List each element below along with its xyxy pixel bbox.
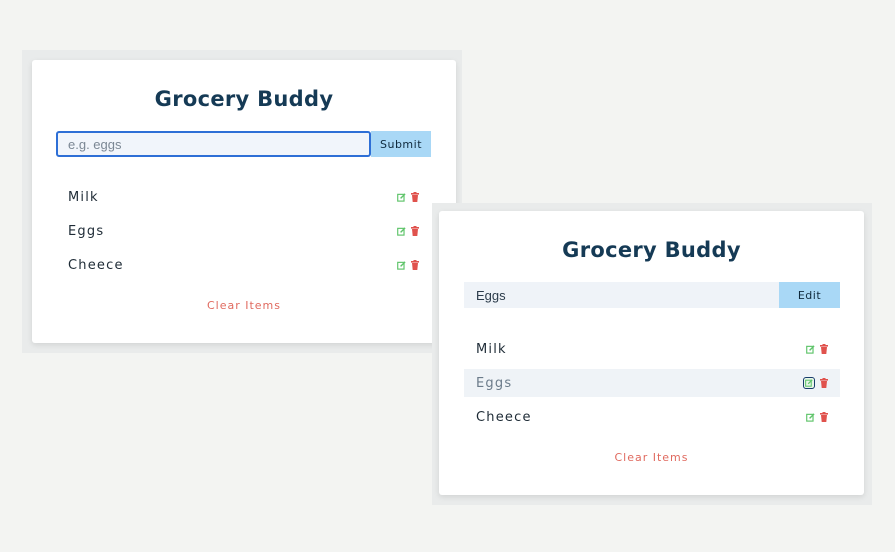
trash-icon[interactable]	[411, 192, 419, 202]
item-name: Eggs	[68, 223, 105, 239]
list-item: Cheece	[464, 403, 840, 431]
grocery-panel-add: Grocery Buddy Submit Milk Eggs	[32, 60, 456, 343]
item-input[interactable]	[56, 131, 371, 157]
item-name: Milk	[476, 341, 507, 357]
list-item: Milk	[464, 335, 840, 363]
add-item-form: Submit	[56, 131, 431, 157]
edit-icon[interactable]	[397, 260, 406, 270]
clear-items-button[interactable]: Clear Items	[32, 299, 456, 312]
clear-items-button[interactable]: Clear Items	[439, 451, 864, 464]
edit-button[interactable]: Edit	[779, 282, 840, 308]
edit-icon[interactable]	[397, 226, 406, 236]
edit-icon[interactable]	[397, 192, 406, 202]
trash-icon[interactable]	[820, 378, 828, 388]
list-item: Cheece	[56, 251, 431, 279]
edit-icon[interactable]	[803, 377, 815, 389]
trash-icon[interactable]	[411, 260, 419, 270]
trash-icon[interactable]	[411, 226, 419, 236]
page-title: Grocery Buddy	[154, 87, 334, 111]
list-item: Milk	[56, 183, 431, 211]
list-item: Eggs	[56, 217, 431, 245]
page-title: Grocery Buddy	[562, 238, 741, 262]
grocery-panel-edit: Grocery Buddy Edit Milk Eggs	[439, 211, 864, 495]
item-name: Eggs	[476, 375, 513, 391]
submit-button[interactable]: Submit	[371, 131, 431, 157]
edit-icon[interactable]	[806, 412, 815, 422]
item-input[interactable]	[464, 282, 779, 308]
list-item-editing: Eggs	[464, 369, 840, 397]
trash-icon[interactable]	[820, 412, 828, 422]
edit-icon[interactable]	[806, 344, 815, 354]
item-name: Cheece	[68, 257, 124, 273]
item-name: Milk	[68, 189, 99, 205]
edit-item-form: Edit	[464, 282, 840, 308]
item-name: Cheece	[476, 409, 532, 425]
trash-icon[interactable]	[820, 344, 828, 354]
